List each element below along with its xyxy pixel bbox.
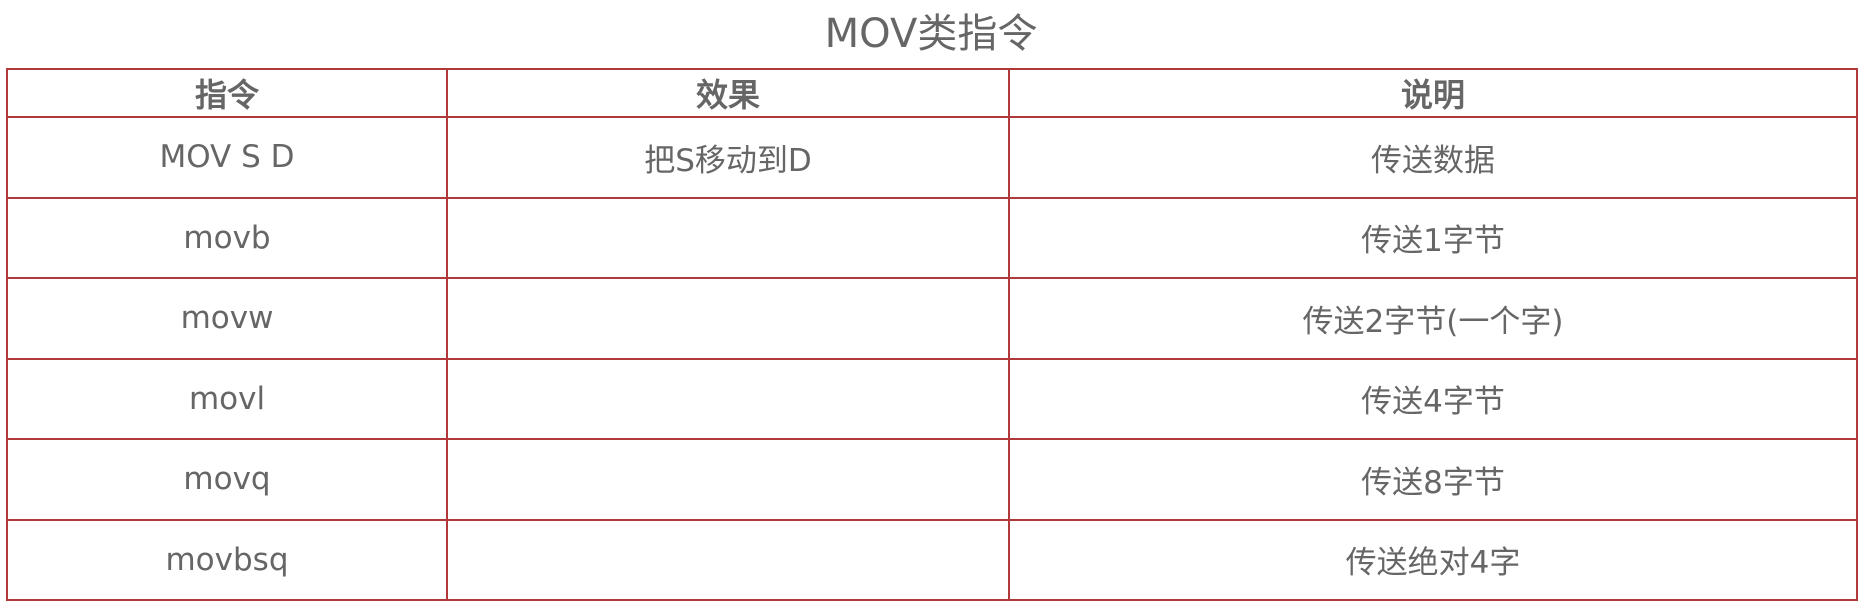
cell-effect — [446, 438, 1010, 521]
table-row: movb 传送1字节 — [6, 196, 1858, 279]
header-effect: 效果 — [446, 68, 1010, 118]
table-row: MOV S D 把S移动到D 传送数据 — [6, 116, 1858, 199]
cell-description: 传送数据 — [1008, 116, 1858, 199]
cell-effect — [446, 357, 1010, 440]
header-instruction: 指令 — [6, 68, 448, 118]
cell-instruction: movbsq — [6, 518, 448, 601]
cell-description: 传送2字节(一个字) — [1008, 277, 1858, 360]
cell-effect: 把S移动到D — [446, 116, 1010, 199]
cell-instruction: movb — [6, 196, 448, 279]
cell-instruction: movw — [6, 277, 448, 360]
cell-instruction: MOV S D — [6, 116, 448, 199]
cell-effect — [446, 196, 1010, 279]
table-row: movbsq 传送绝对4字 — [6, 518, 1858, 601]
cell-description: 传送8字节 — [1008, 438, 1858, 521]
cell-instruction: movl — [6, 357, 448, 440]
cell-instruction: movq — [6, 438, 448, 521]
table-row: movw 传送2字节(一个字) — [6, 277, 1858, 360]
mov-instruction-table: 指令 效果 说明 MOV S D 把S移动到D 传送数据 movb 传送1字节 … — [6, 68, 1858, 601]
header-description: 说明 — [1008, 68, 1858, 118]
table-header-row: 指令 效果 说明 — [6, 68, 1858, 118]
table-caption: MOV类指令 — [824, 11, 1038, 57]
table-row: movq 传送8字节 — [6, 438, 1858, 521]
cell-description: 传送1字节 — [1008, 196, 1858, 279]
cell-description: 传送4字节 — [1008, 357, 1858, 440]
cell-effect — [446, 518, 1010, 601]
cell-effect — [446, 277, 1010, 360]
table-row: movl 传送4字节 — [6, 357, 1858, 440]
cell-description: 传送绝对4字 — [1008, 518, 1858, 601]
